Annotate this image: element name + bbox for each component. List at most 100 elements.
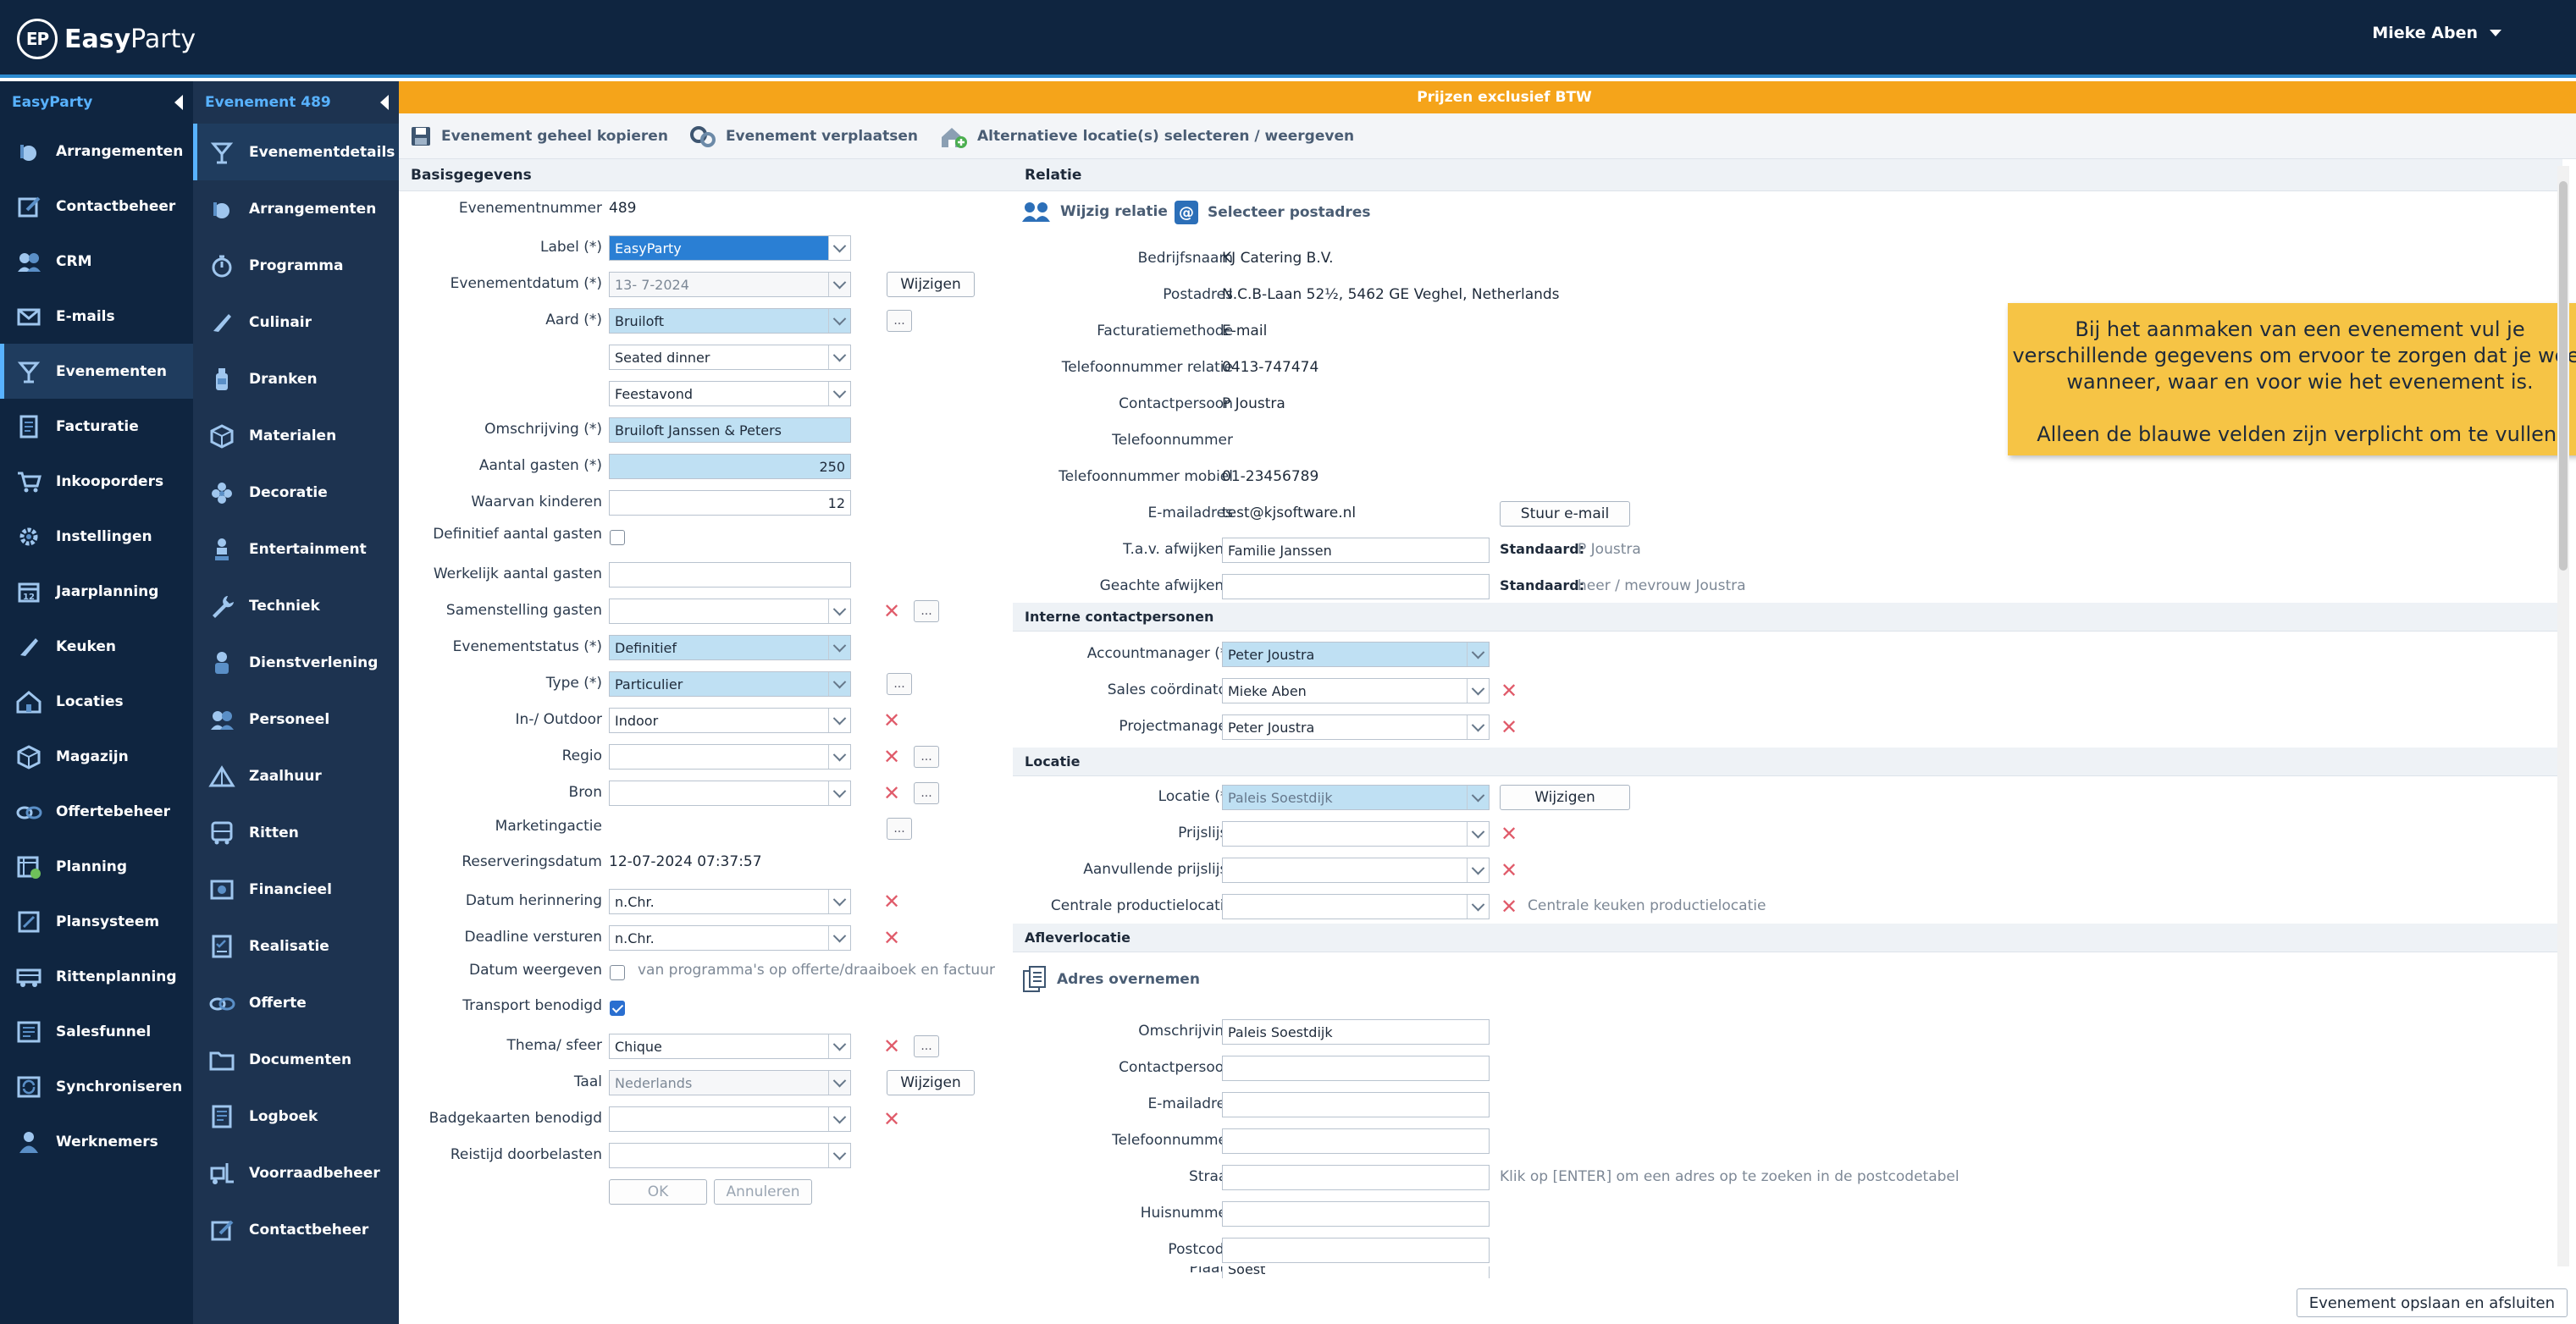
sidebar-item-werknemers[interactable]: Werknemers [0,1114,193,1169]
aard-more-button[interactable]: ... [887,310,912,332]
subnav-item-decoratie[interactable]: Decoratie [193,464,399,521]
tav-input[interactable]: Familie Janssen [1222,538,1490,563]
subnav-item-offerte[interactable]: Offerte [193,974,399,1031]
subnav-item-logboek[interactable]: Logboek [193,1088,399,1145]
taal-wijzigen-button[interactable]: Wijzigen [887,1070,975,1095]
clear-x-icon[interactable]: ✕ [882,1036,901,1056]
subnav-item-documenten[interactable]: Documenten [193,1031,399,1088]
clear-x-icon[interactable]: ✕ [882,710,901,731]
sidebar-item-instellingen[interactable]: Instellingen [0,509,193,564]
aard-select-3[interactable]: Feestavond [609,381,851,406]
sidebar-item-rittenplanning[interactable]: Rittenplanning [0,949,193,1004]
collapse-icon[interactable] [174,95,183,110]
aflever-omschrijving-input[interactable]: Paleis Soestdijk [1222,1019,1490,1045]
transport-checkbox[interactable] [610,1001,625,1016]
alt-location-button[interactable]: Alternatieve locatie(s) selecteren / wee… [938,124,1354,149]
collapse-icon[interactable] [380,95,389,110]
definitief-checkbox[interactable] [610,530,625,545]
sidebar-item-crm[interactable]: CRM [0,234,193,289]
app-logo[interactable]: EP EasyParty [17,17,196,61]
sidebar-item-evenementen[interactable]: Evenementen [0,344,193,399]
accountmanager-select[interactable]: Peter Joustra [1222,642,1490,667]
subnav-item-financieel[interactable]: Financieel [193,861,399,918]
kinderen-input[interactable]: 12 [609,490,851,516]
subnav-item-personeel[interactable]: Personeel [193,691,399,748]
sidebar-item-facturatie[interactable]: Facturatie [0,399,193,454]
adres-overnemen-button[interactable]: Adres overnemen [1021,965,1200,994]
subnav-item-ritten[interactable]: Ritten [193,804,399,861]
aflever-tel-input[interactable] [1222,1128,1490,1154]
clear-x-icon[interactable]: ✕ [882,747,901,767]
sidebar-item-planning[interactable]: Planning [0,839,193,894]
inout-select[interactable]: Indoor [609,708,851,733]
subnav-item-voorraadbeheer[interactable]: Voorraadbeheer [193,1145,399,1201]
subnav-item-culinair[interactable]: Culinair [193,294,399,350]
aard-select-1[interactable]: Bruiloft [609,308,851,334]
clear-x-icon[interactable]: ✕ [1500,896,1518,917]
status-select[interactable]: Definitief [609,635,851,660]
user-menu[interactable]: Mieke Aben [2372,24,2501,42]
taal-select[interactable]: Nederlands [609,1070,851,1095]
sidebar-item-jaarplanning[interactable]: 12 Jaarplanning [0,564,193,619]
save-close-button[interactable]: Evenement opslaan en afsluiten [2296,1288,2568,1317]
reistijd-select[interactable] [609,1143,851,1168]
regio-more-button[interactable]: ... [914,746,939,768]
sidebar-item-magazijn[interactable]: Magazijn [0,729,193,784]
clear-x-icon[interactable]: ✕ [882,891,901,912]
samenstelling-more-button[interactable]: ... [914,600,939,622]
scrollbar-thumb[interactable] [2559,181,2568,571]
sidebar-item-arrangementen[interactable]: Arrangementen [0,124,193,179]
clear-x-icon[interactable]: ✕ [882,928,901,948]
clear-x-icon[interactable]: ✕ [882,1109,901,1129]
copy-event-button[interactable]: Evenement geheel kopieren [409,124,668,148]
sidebar-item-contactbeheer[interactable]: Contactbeheer [0,179,193,234]
subnav-item-zaalhuur[interactable]: Zaalhuur [193,748,399,804]
badge-select[interactable] [609,1106,851,1132]
annuleren-button[interactable]: Annuleren [714,1179,812,1205]
aard-select-2[interactable]: Seated dinner [609,345,851,370]
aanvullend-select[interactable] [1222,858,1490,883]
subnav-item-evenementdetails[interactable]: Evenementdetails [193,124,399,180]
sidebar-item-salesfunnel[interactable]: Salesfunnel [0,1004,193,1059]
label-select[interactable]: EasyParty [609,235,851,261]
deadline-field[interactable]: n.Chr. [609,925,851,951]
straat-input[interactable] [1222,1165,1490,1190]
werkelijk-input[interactable] [609,562,851,588]
clear-x-icon[interactable]: ✕ [1500,717,1518,737]
centraal-select[interactable] [1222,894,1490,919]
clear-x-icon[interactable]: ✕ [1500,860,1518,880]
clear-x-icon[interactable]: ✕ [882,601,901,621]
samenstelling-select[interactable] [609,599,851,624]
subnav-item-dienstverlening[interactable]: Dienstverlening [193,634,399,691]
stuur-email-button[interactable]: Stuur e-mail [1500,501,1630,527]
clear-x-icon[interactable]: ✕ [882,783,901,803]
prijslijst-select[interactable] [1222,821,1490,847]
subnav-item-entertainment[interactable]: Entertainment [193,521,399,577]
subnav-item-programma[interactable]: Programma [193,237,399,294]
plaats-input[interactable]: Soest [1222,1266,1490,1278]
scrollbar[interactable] [2557,166,2569,1266]
sidebar-item-offertebeheer[interactable]: Offertebeheer [0,784,193,839]
bron-select[interactable] [609,781,851,806]
locatie-select[interactable]: Paleis Soestdijk [1222,785,1490,810]
aantal-gasten-input[interactable]: 250 [609,454,851,479]
sidebar-item-plansysteem[interactable]: Plansysteem [0,894,193,949]
aflever-contact-input[interactable] [1222,1056,1490,1081]
geachte-input[interactable] [1222,574,1490,599]
thema-more-button[interactable]: ... [914,1035,939,1057]
herinnering-field[interactable]: n.Chr. [609,889,851,914]
clear-x-icon[interactable]: ✕ [1500,681,1518,701]
subnav-item-materialen[interactable]: Materialen [193,407,399,464]
selecteer-postadres-button[interactable]: @ Selecteer postadres [1174,200,1370,225]
sidebar-item-inkooporders[interactable]: Inkooporders [0,454,193,509]
subnav-item-arrangementen[interactable]: Arrangementen [193,180,399,237]
postcode-input[interactable] [1222,1238,1490,1263]
sales-select[interactable]: Mieke Aben [1222,678,1490,703]
aflever-email-input[interactable] [1222,1092,1490,1117]
weergeven-checkbox[interactable] [610,965,625,980]
thema-select[interactable]: Chique [609,1034,851,1059]
subnav-item-contactbeheer[interactable]: Contactbeheer [193,1201,399,1258]
wijzig-relatie-button[interactable]: Wijzig relatie [1021,200,1168,223]
datum-wijzigen-button[interactable]: Wijzigen [887,272,975,297]
huisnummer-input[interactable] [1222,1201,1490,1227]
